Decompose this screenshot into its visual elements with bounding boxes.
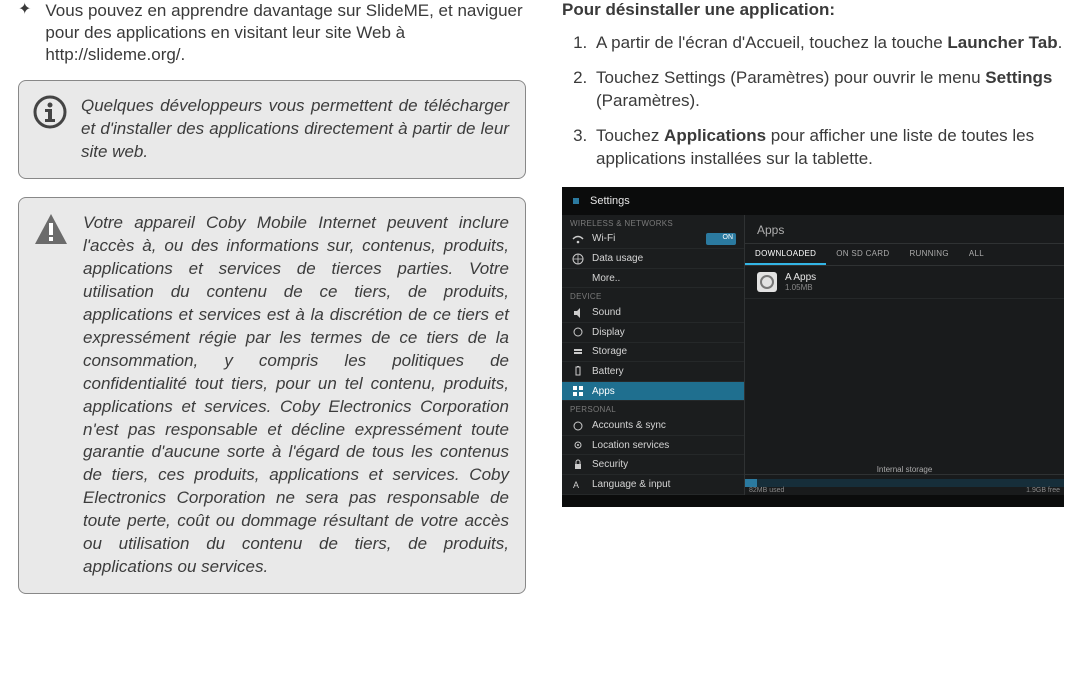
- tab-running[interactable]: RUNNING: [899, 244, 958, 265]
- sidebar-item-battery[interactable]: Battery: [562, 362, 744, 382]
- android-main-pane: Apps DOWNLOADED ON SD CARD RUNNING ALL A…: [745, 215, 1064, 495]
- sidebar-item-data[interactable]: Data usage: [562, 249, 744, 269]
- tab-all[interactable]: ALL: [959, 244, 994, 265]
- battery-icon: [572, 365, 584, 377]
- language-icon: A: [572, 478, 584, 490]
- android-sidebar: WIRELESS & NETWORKS Wi-Fi Data usage Mor…: [562, 215, 745, 495]
- settings-gear-icon: [568, 193, 584, 209]
- sidebar-category-wireless: WIRELESS & NETWORKS: [562, 215, 744, 230]
- sync-icon: [572, 420, 584, 432]
- apps-icon: [572, 385, 584, 397]
- sidebar-category-personal: PERSONAL: [562, 401, 744, 416]
- apps-tabs: DOWNLOADED ON SD CARD RUNNING ALL: [745, 244, 1064, 266]
- android-navbar: [562, 495, 1064, 507]
- bullet-text: Vous pouvez en apprendre davantage sur S…: [45, 0, 526, 66]
- warning-box: Votre appareil Coby Mobile Internet peuv…: [18, 197, 526, 594]
- step-3: Touchez Applications pour afficher une l…: [592, 125, 1070, 171]
- steps-list: A partir de l'écran d'Accueil, touchez l…: [562, 32, 1070, 171]
- tab-downloaded[interactable]: DOWNLOADED: [745, 244, 826, 265]
- app-size: 1.05MB: [785, 283, 816, 292]
- lock-icon: [572, 459, 584, 471]
- right-column: Pour désinstaller une application: A par…: [544, 0, 1088, 674]
- warning-text: Votre appareil Coby Mobile Internet peuv…: [83, 212, 509, 579]
- location-icon: [572, 439, 584, 451]
- info-text: Quelques développeurs vous permettent de…: [81, 95, 509, 164]
- left-column: ✦ Vous pouvez en apprendre davantage sur…: [0, 0, 544, 674]
- apps-header: Apps: [745, 215, 1064, 244]
- sidebar-item-accounts[interactable]: Accounts & sync: [562, 416, 744, 436]
- tab-sdcard[interactable]: ON SD CARD: [826, 244, 899, 265]
- android-title: Settings: [590, 195, 630, 207]
- star-icon: ✦: [18, 0, 31, 66]
- step-1: A partir de l'écran d'Accueil, touchez l…: [592, 32, 1070, 55]
- bullet-item: ✦ Vous pouvez en apprendre davantage sur…: [18, 0, 526, 66]
- storage-label: Internal storage: [877, 465, 933, 474]
- storage-free: 1.9GB free: [1026, 487, 1060, 494]
- app-list-item[interactable]: A Apps 1.05MB: [745, 266, 1064, 299]
- sidebar-item-location[interactable]: Location services: [562, 436, 744, 456]
- uninstall-heading: Pour désinstaller une application:: [562, 0, 1070, 20]
- info-icon: [33, 95, 67, 129]
- sidebar-item-sound[interactable]: Sound: [562, 303, 744, 323]
- app-icon: [757, 272, 777, 292]
- data-icon: [572, 253, 584, 265]
- sidebar-item-storage[interactable]: Storage: [562, 343, 744, 363]
- android-titlebar: Settings: [562, 187, 1064, 215]
- info-box: Quelques développeurs vous permettent de…: [18, 80, 526, 179]
- sidebar-item-wifi[interactable]: Wi-Fi: [562, 230, 744, 250]
- sidebar-item-apps[interactable]: Apps: [562, 382, 744, 402]
- storage-used: 82MB used: [749, 487, 784, 494]
- sound-icon: [572, 307, 584, 319]
- wifi-icon: [572, 233, 584, 245]
- android-settings-screenshot: Settings WIRELESS & NETWORKS Wi-Fi Data …: [562, 187, 1064, 507]
- sidebar-category-device: DEVICE: [562, 288, 744, 303]
- wifi-toggle[interactable]: [706, 233, 736, 245]
- storage-bar: Internal storage 82MB used 1.9GB free: [745, 474, 1064, 495]
- sidebar-item-security[interactable]: Security: [562, 455, 744, 475]
- sidebar-item-more[interactable]: More..: [562, 269, 744, 289]
- svg-text:A: A: [573, 480, 579, 490]
- warning-icon: [33, 212, 69, 248]
- step-2: Touchez Settings (Paramètres) pour ouvri…: [592, 67, 1070, 113]
- storage-icon: [572, 346, 584, 358]
- display-icon: [572, 326, 584, 338]
- sidebar-item-language[interactable]: A Language & input: [562, 475, 744, 495]
- sidebar-item-display[interactable]: Display: [562, 323, 744, 343]
- app-name: A Apps: [785, 272, 816, 283]
